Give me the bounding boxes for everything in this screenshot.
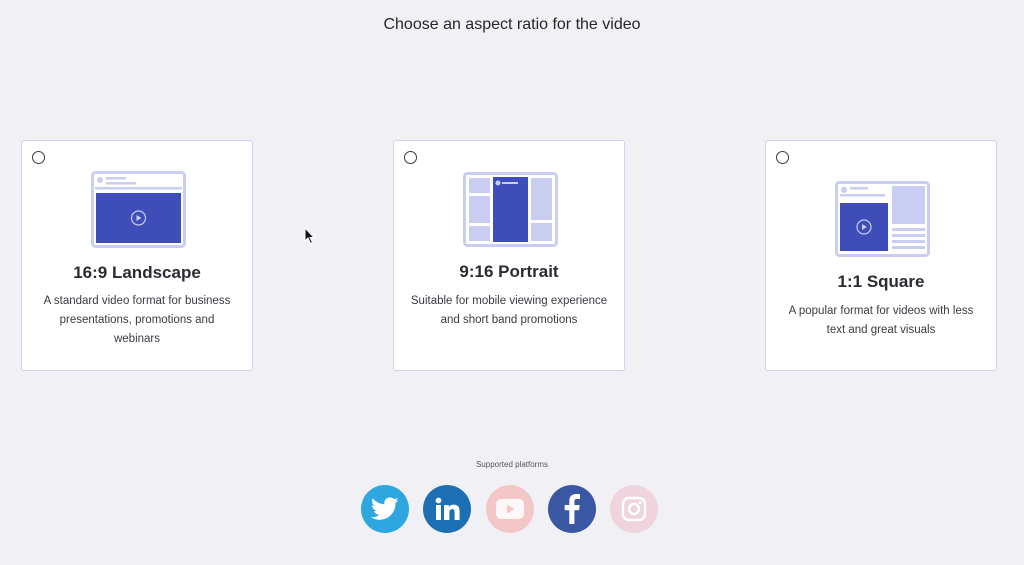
radio-landscape[interactable] bbox=[32, 151, 45, 164]
card-title: 16:9 Landscape bbox=[73, 263, 201, 282]
twitter-icon[interactable] bbox=[361, 485, 409, 533]
card-description: Suitable for mobile viewing experience a… bbox=[410, 295, 608, 326]
option-card-landscape[interactable]: 16:9 Landscape A standard video format f… bbox=[21, 140, 253, 371]
portrait-illustration bbox=[463, 172, 558, 247]
landscape-illustration bbox=[91, 171, 186, 248]
platform-icons bbox=[361, 485, 661, 535]
aspect-ratio-page: Choose an aspect ratio for the video 16:… bbox=[0, 0, 1024, 565]
option-card-portrait[interactable]: 9:16 Portrait Suitable for mobile viewin… bbox=[393, 140, 625, 371]
radio-portrait[interactable] bbox=[404, 151, 417, 164]
facebook-icon[interactable] bbox=[548, 485, 596, 533]
page-title: Choose an aspect ratio for the video bbox=[383, 16, 641, 33]
card-title: 9:16 Portrait bbox=[459, 262, 559, 281]
linkedin-icon[interactable] bbox=[423, 485, 471, 533]
instagram-icon[interactable] bbox=[610, 485, 658, 533]
option-card-square[interactable]: 1:1 Square A popular format for videos w… bbox=[765, 140, 997, 371]
card-description: A popular format for videos with less te… bbox=[788, 305, 974, 336]
youtube-icon[interactable] bbox=[486, 485, 534, 533]
card-description: A standard video format for business pre… bbox=[43, 295, 231, 345]
card-title: 1:1 Square bbox=[837, 272, 925, 291]
square-illustration bbox=[835, 181, 930, 257]
radio-square[interactable] bbox=[776, 151, 789, 164]
supported-platforms-label: Supported platforms bbox=[475, 460, 549, 469]
mouse-cursor-icon bbox=[304, 227, 316, 245]
